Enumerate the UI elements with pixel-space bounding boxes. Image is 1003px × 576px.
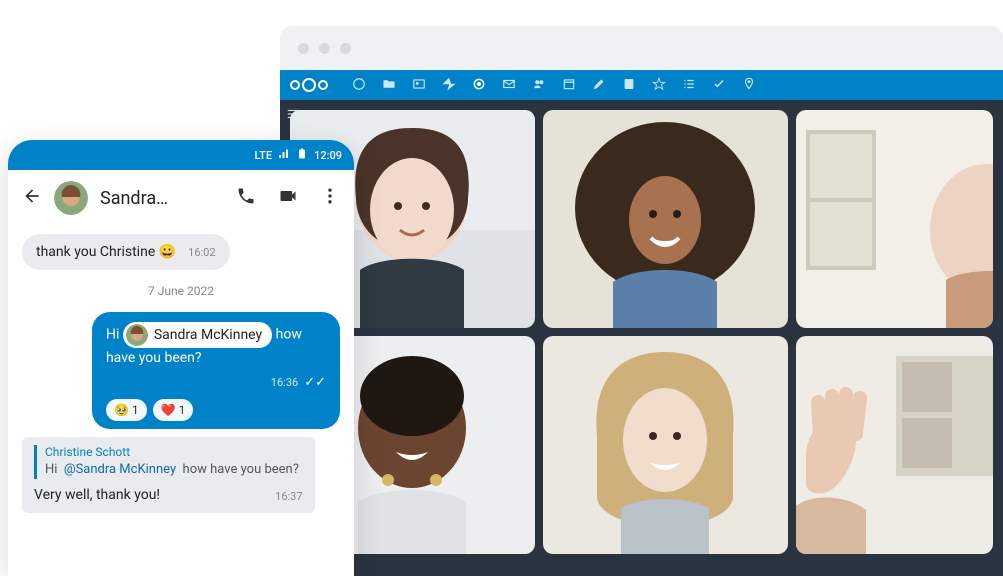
battery-icon (296, 148, 308, 163)
check-icon[interactable] (712, 76, 726, 95)
incoming-message[interactable]: thank you Christine 😀 16:02 (22, 234, 230, 270)
mail-icon[interactable] (502, 76, 516, 95)
reaction-chip[interactable]: ❤️1 (153, 399, 194, 421)
signal-icon (278, 148, 290, 163)
photos-icon[interactable] (412, 76, 426, 95)
mobile-chat-window: LTE 12:09 Sandra… thank you Christine 😀 … (8, 140, 354, 576)
contacts-icon[interactable] (532, 76, 546, 95)
message-list: thank you Christine 😀 16:02 7 June 2022 … (8, 226, 354, 521)
mention-avatar (126, 324, 148, 346)
deck-icon[interactable] (622, 76, 636, 95)
message-time: 16:02 (188, 246, 215, 259)
video-call-icon[interactable] (278, 186, 298, 210)
date-divider: 7 June 2022 (148, 284, 214, 298)
talk-icon[interactable] (472, 76, 486, 95)
window-control-dot[interactable] (319, 43, 330, 54)
window-control-dot[interactable] (298, 43, 309, 54)
calendar-icon[interactable] (562, 76, 576, 95)
app-top-nav (352, 76, 756, 95)
reaction-chip[interactable]: 🥹1 (106, 399, 147, 421)
quoted-body: Hi @Sandra McKinney how have you been? (45, 462, 299, 477)
incoming-message[interactable]: Christine Schott Hi @Sandra McKinney how… (22, 437, 315, 513)
message-text-prefix: Hi (106, 327, 119, 343)
participant-tile[interactable] (796, 110, 993, 328)
files-icon[interactable] (382, 76, 396, 95)
dashboard-icon[interactable] (352, 76, 366, 95)
bookmarks-icon[interactable] (652, 76, 666, 95)
message-time: 16:36 (271, 375, 298, 392)
video-call-area (280, 100, 1003, 576)
message-text: Very well, thank you! (34, 487, 160, 503)
message-text: thank you Christine 😀 (36, 244, 176, 260)
notes-icon[interactable] (592, 76, 606, 95)
nextcloud-logo-icon[interactable] (290, 78, 328, 92)
mention-chip[interactable]: Sandra McKinney (123, 322, 272, 348)
message-reactions: 🥹1 ❤️1 (106, 399, 326, 421)
back-icon[interactable] (22, 186, 42, 210)
mention-name: Sandra McKinney (154, 325, 262, 346)
app-topbar (280, 70, 1003, 100)
contact-name[interactable]: Sandra… (100, 188, 168, 209)
network-label: LTE (255, 149, 273, 162)
quoted-author: Christine Schott (45, 445, 303, 459)
quoted-message: Christine Schott Hi @Sandra McKinney how… (34, 445, 303, 479)
mic-off-icon[interactable] (979, 76, 993, 95)
chat-header: Sandra… (8, 170, 354, 226)
browser-tab-strip (280, 26, 1003, 70)
participant-tile[interactable] (796, 336, 993, 554)
outgoing-message[interactable]: Hi Sandra McKinney how have you been? 16… (92, 312, 340, 429)
more-icon[interactable] (320, 186, 340, 210)
maps-icon[interactable] (742, 76, 756, 95)
activity-icon[interactable] (442, 76, 456, 95)
voice-call-icon[interactable] (236, 186, 256, 210)
contact-avatar[interactable] (54, 181, 88, 215)
read-receipt-icon: ✓✓ (304, 373, 326, 393)
tasks-icon[interactable] (682, 76, 696, 95)
window-control-dot[interactable] (340, 43, 351, 54)
participant-tile[interactable] (543, 110, 788, 328)
desktop-browser-window (280, 26, 1003, 576)
participant-tile[interactable] (543, 336, 788, 554)
message-time: 16:37 (275, 490, 302, 503)
phone-status-bar: LTE 12:09 (8, 140, 354, 170)
clock-label: 12:09 (314, 149, 342, 162)
